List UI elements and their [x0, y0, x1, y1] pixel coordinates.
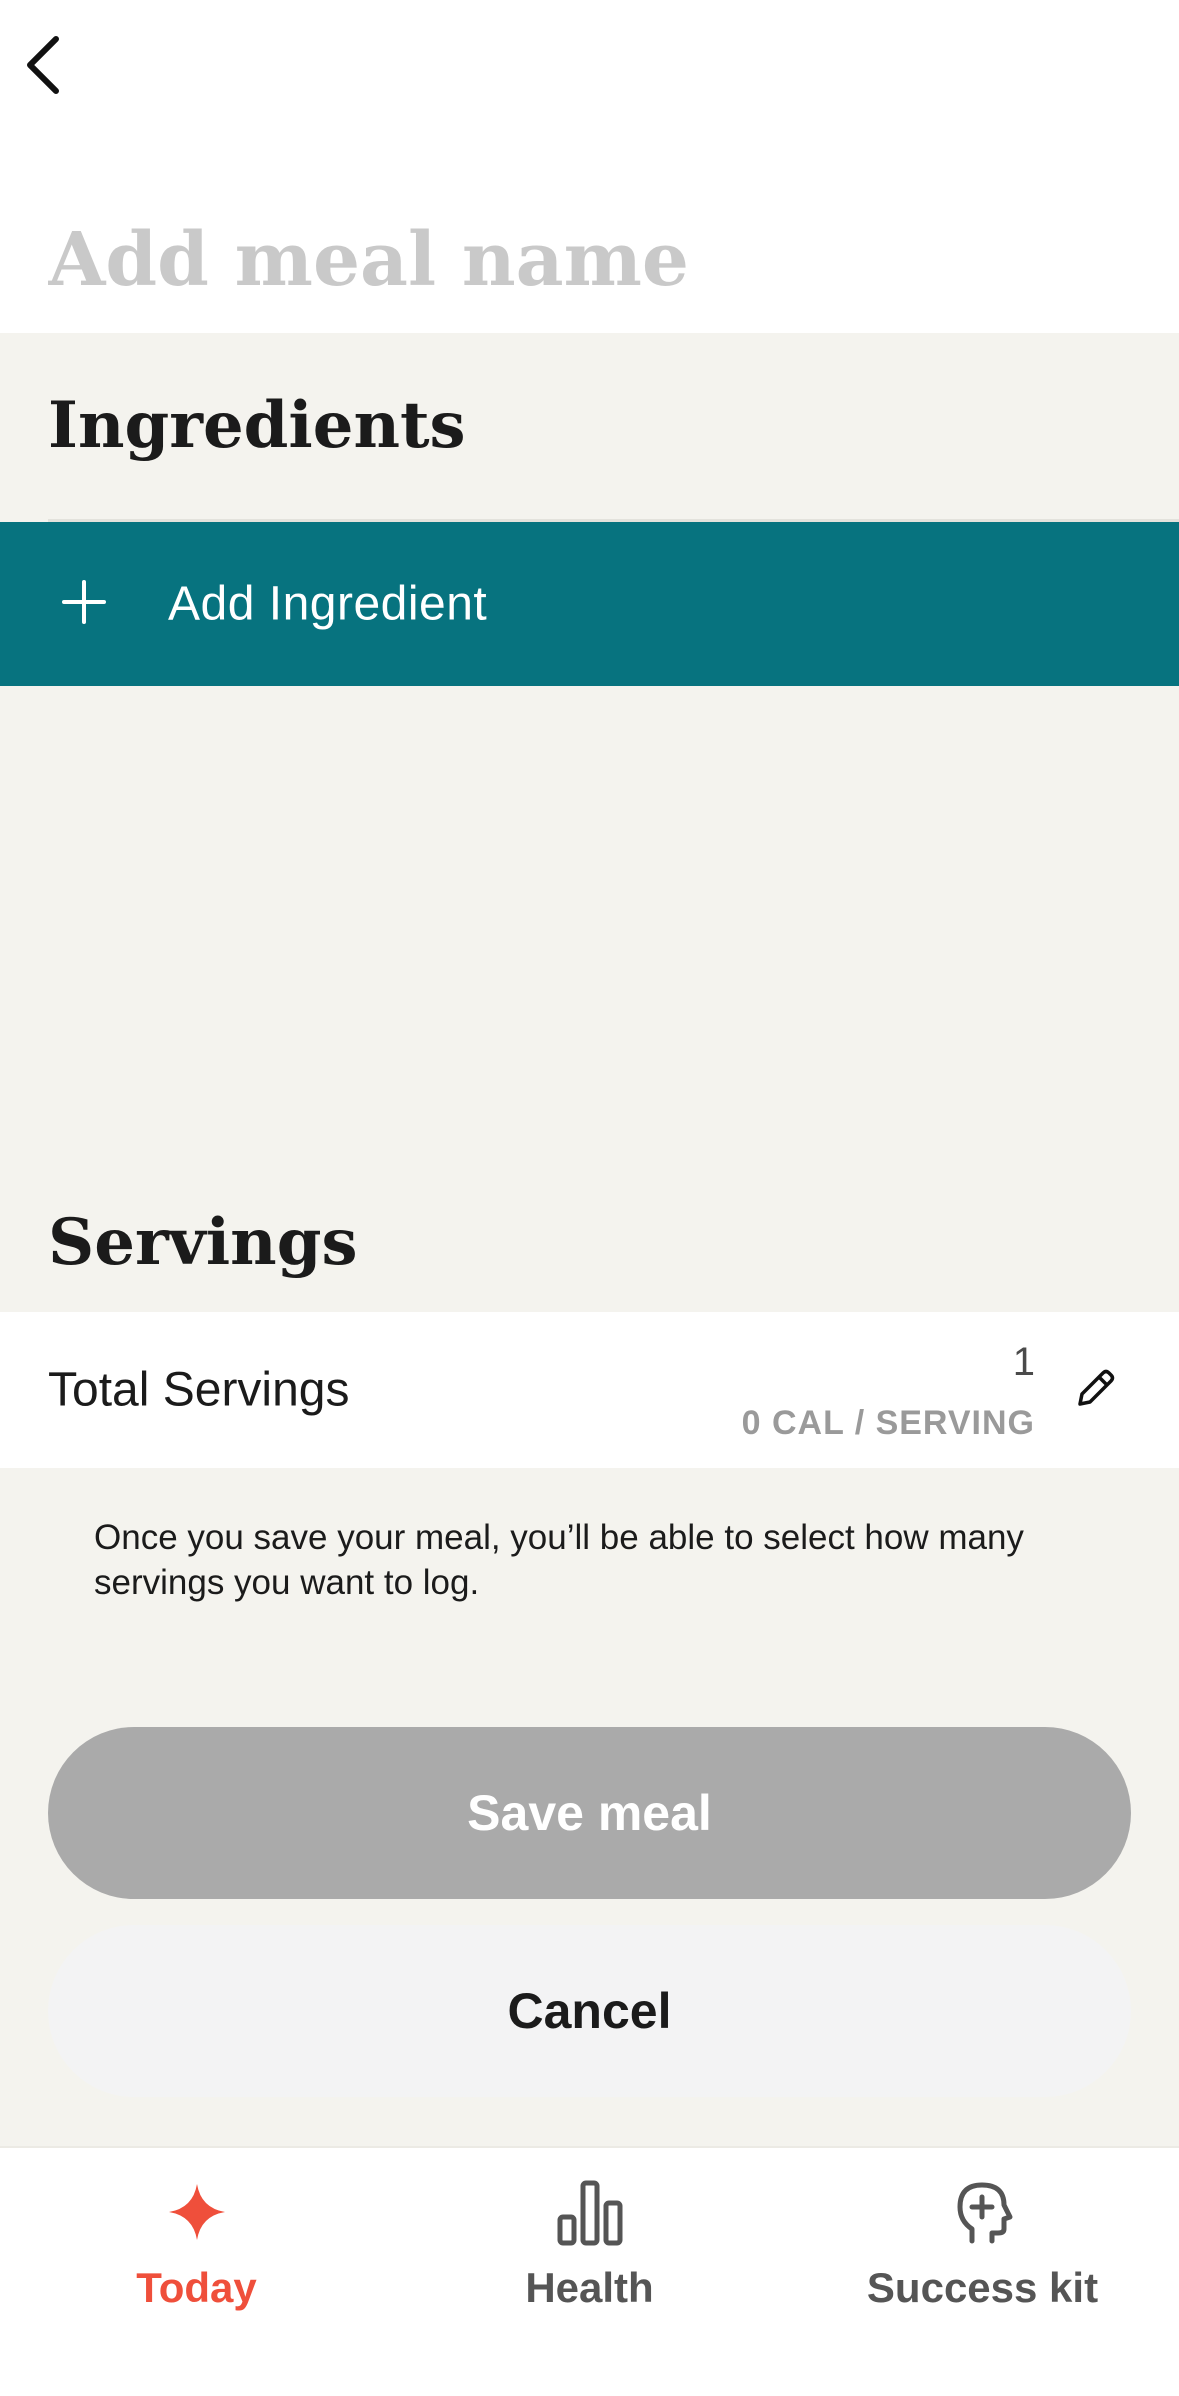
- servings-heading: Servings: [48, 1205, 358, 1280]
- tab-health-label: Health: [525, 2264, 654, 2311]
- sparkle-icon: [157, 2172, 237, 2252]
- tab-health[interactable]: Health: [393, 2148, 786, 2396]
- pencil-icon[interactable]: [1072, 1366, 1118, 1412]
- chevron-left-icon: [27, 36, 59, 94]
- cancel-button[interactable]: Cancel: [48, 1925, 1131, 2097]
- bar-chart-icon: [550, 2172, 630, 2252]
- total-servings-row[interactable]: Total Servings 1 0 CAL / SERVING: [0, 1312, 1179, 1468]
- calories-per-serving: 0 CAL / SERVING: [741, 1404, 1035, 1442]
- create-meal-screen: Ingredients Add Ingredient Servings Tota…: [0, 0, 1179, 2396]
- tab-today-label: Today: [136, 2264, 257, 2311]
- total-servings-label: Total Servings: [48, 1363, 350, 1417]
- tab-success-kit-label: Success kit: [866, 2264, 1099, 2311]
- tab-today[interactable]: Today: [0, 2148, 393, 2396]
- plus-icon: [62, 580, 106, 624]
- add-ingredient-label: Add Ingredient: [168, 577, 488, 631]
- bottom-tab-bar: Today Health Success kit: [0, 2146, 1179, 2396]
- meal-header: [0, 0, 1179, 333]
- save-meal-button[interactable]: Save meal: [48, 1727, 1131, 1899]
- meal-name-input[interactable]: [48, 205, 1128, 315]
- tab-success-kit[interactable]: Success kit: [786, 2148, 1179, 2396]
- head-plus-icon: [943, 2172, 1023, 2252]
- ingredients-heading: Ingredients: [48, 388, 466, 463]
- add-ingredient-button[interactable]: Add Ingredient: [0, 522, 1179, 686]
- back-button[interactable]: [14, 30, 74, 100]
- servings-note: Once you save your meal, you’ll be able …: [94, 1518, 1024, 1602]
- servings-count: 1: [1012, 1340, 1035, 1384]
